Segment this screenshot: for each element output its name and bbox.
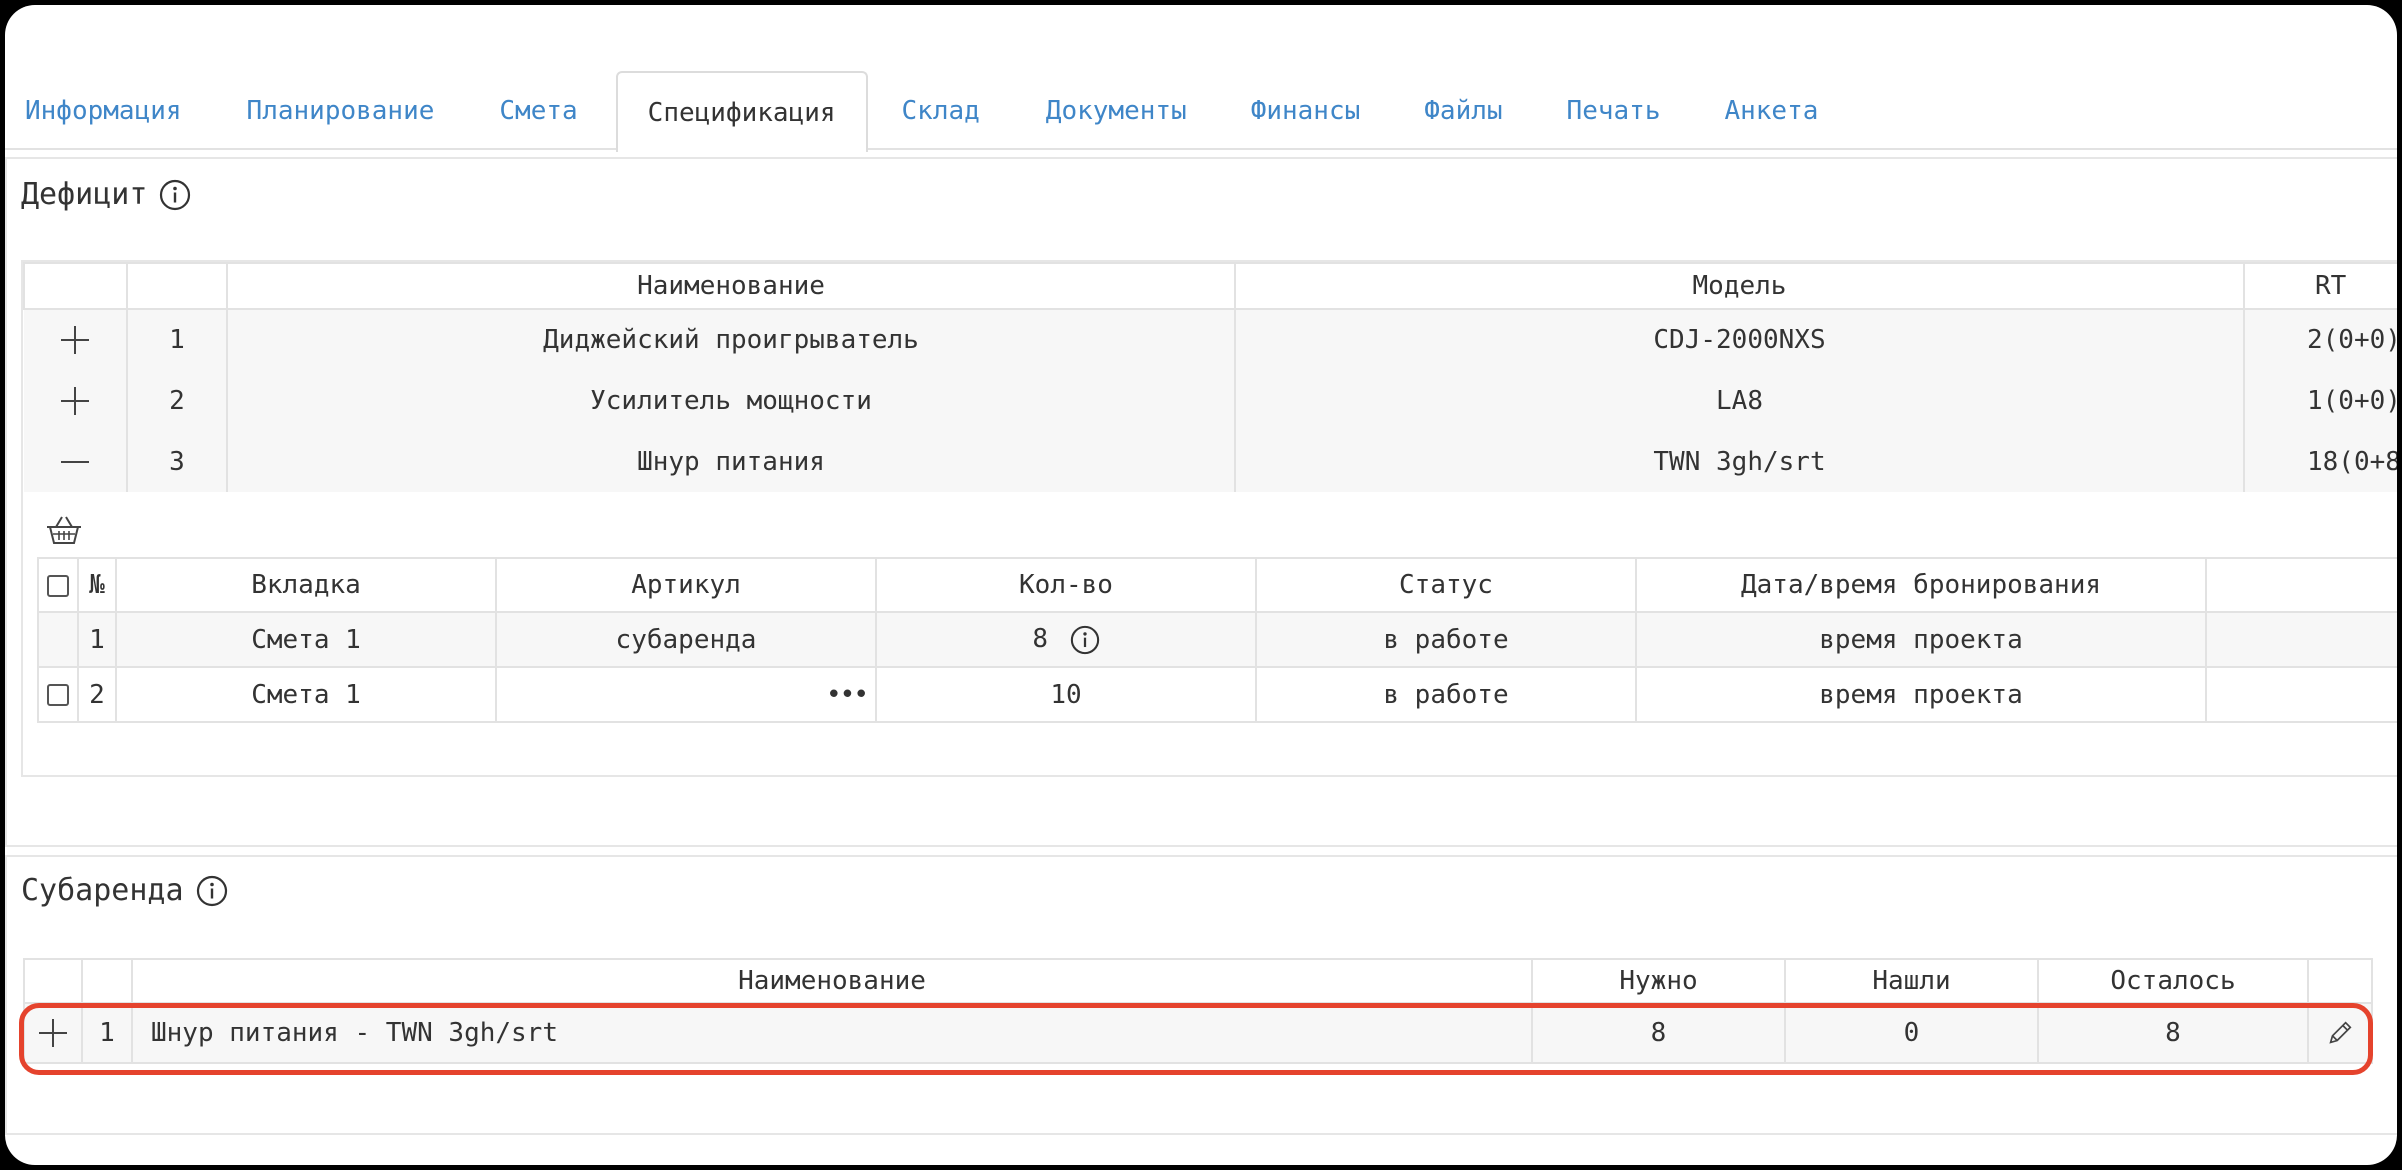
tab-print[interactable]: Печать (1533, 71, 1691, 150)
row-model: CDJ-2000NXS (1234, 309, 2245, 370)
header-num (81, 958, 133, 1004)
tab-finance[interactable]: Финансы (1217, 71, 1391, 150)
header-qty: Кол-во (875, 557, 1257, 613)
deficit-title-text: Дефицит (21, 177, 148, 212)
header-expand (23, 262, 128, 310)
header-extra (2205, 557, 2397, 613)
row-model: LA8 (1234, 370, 2245, 431)
row-status: в работе (1255, 612, 1637, 667)
row-qty-value: 8 (1032, 624, 1048, 655)
row-rt: 1(0+0) (2243, 370, 2397, 431)
header-edit (2307, 958, 2373, 1004)
row-select (37, 612, 79, 667)
header-date: Дата/время бронирования (1635, 557, 2207, 613)
header-found: Нашли (1784, 958, 2039, 1004)
tab-bar: Информация Планирование Смета Спецификац… (5, 71, 2397, 152)
tab-documents[interactable]: Документы (1010, 71, 1217, 150)
row-name: Шнур питания - TWN 3gh/srt (131, 1002, 1533, 1064)
select-all-checkbox[interactable] (47, 574, 69, 597)
edit-button[interactable] (2307, 1002, 2373, 1064)
row-name: Диджейский проигрыватель (226, 309, 1236, 370)
row-status: в работе (1255, 666, 1637, 723)
row-num: 1 (77, 612, 117, 667)
tab-questionnaire[interactable]: Анкета (1690, 71, 1848, 150)
expand-button[interactable] (24, 370, 128, 431)
row-num: 1 (81, 1002, 133, 1064)
table-row: 2 Усилитель мощности LA8 1(0+0) (24, 370, 2397, 431)
header-status: Статус (1255, 557, 1637, 613)
pencil-icon[interactable] (2325, 1018, 2355, 1048)
row-model: TWN 3gh/srt (1234, 431, 2245, 492)
row-article[interactable]: ••• (495, 666, 877, 723)
subrent-table: Наименование Нужно Нашли Осталось 1 Шнур… (23, 958, 2373, 1064)
plus-icon[interactable] (58, 384, 92, 418)
table-row: 1 Диджейский проигрыватель CDJ-2000NXS 2… (24, 309, 2397, 370)
basket-icon[interactable] (44, 513, 84, 547)
subrent-title: Субаренда (21, 873, 228, 908)
minus-icon[interactable] (58, 445, 92, 479)
table-row: 1 Смета 1 субаренда 8 в работе время про… (37, 612, 2397, 667)
header-need: Нужно (1531, 958, 1786, 1004)
expand-button[interactable] (24, 309, 128, 370)
app-window: Информация Планирование Смета Спецификац… (5, 5, 2397, 1165)
row-num: 3 (126, 431, 228, 492)
row-num: 2 (77, 666, 117, 723)
table-row: 2 Смета 1 ••• 10 в работе время проекта (37, 666, 2397, 723)
tab-files[interactable]: Файлы (1390, 71, 1532, 150)
booking-table: № Вкладка Артикул Кол-во Статус Дата/вре… (37, 557, 2397, 723)
expand-button[interactable] (23, 1002, 83, 1064)
header-num: № (77, 557, 117, 613)
row-num: 2 (126, 370, 228, 431)
tab-specification[interactable]: Спецификация (615, 71, 868, 152)
header-model: Модель (1234, 262, 2245, 310)
deficit-table: Наименование Модель RT 1 Диджейский прои… (23, 262, 2397, 492)
row-name: Шнур питания (226, 431, 1236, 492)
info-icon[interactable] (159, 179, 191, 211)
header-left: Осталось (2037, 958, 2309, 1004)
info-icon[interactable] (1070, 625, 1100, 655)
row-extra (2205, 612, 2397, 667)
row-qty: 10 (875, 666, 1257, 723)
tab-planning[interactable]: Планирование (212, 71, 465, 150)
row-qty: 8 (875, 612, 1257, 667)
header-num (126, 262, 228, 310)
deficit-title: Дефицит (21, 177, 191, 212)
row-rt: 2(0+0) (2243, 309, 2397, 370)
table-row: 1 Шнур питания - TWN 3gh/srt 8 0 8 (23, 1002, 2373, 1064)
tab-estimate[interactable]: Смета (464, 71, 607, 150)
row-need: 8 (1531, 1002, 1786, 1064)
row-extra (2205, 666, 2397, 723)
row-rt: 18(0+8 (2243, 431, 2397, 492)
row-num: 1 (126, 309, 228, 370)
header-name: Наименование (131, 958, 1533, 1004)
plus-icon[interactable] (58, 323, 92, 357)
row-name: Усилитель мощности (226, 370, 1236, 431)
row-date: время проекта (1635, 612, 2207, 667)
header-name: Наименование (226, 262, 1236, 310)
info-icon[interactable] (196, 875, 228, 907)
header-article: Артикул (495, 557, 877, 613)
row-left: 8 (2037, 1002, 2309, 1064)
row-tab: Смета 1 (115, 612, 497, 667)
row-found: 0 (1784, 1002, 2039, 1064)
collapse-button[interactable] (24, 431, 128, 492)
row-article: субаренда (495, 612, 877, 667)
header-tab: Вкладка (115, 557, 497, 613)
header-expand (23, 958, 83, 1004)
header-rt: RT (2243, 262, 2397, 310)
subrent-title-text: Субаренда (21, 873, 184, 908)
row-checkbox[interactable] (47, 684, 69, 706)
plus-icon[interactable] (36, 1016, 70, 1050)
row-date: время проекта (1635, 666, 2207, 723)
row-tab: Смета 1 (115, 666, 497, 723)
table-row: 3 Шнур питания TWN 3gh/srt 18(0+8 (24, 431, 2397, 492)
tab-info[interactable]: Информация (7, 71, 212, 150)
header-select-all[interactable] (37, 557, 79, 613)
row-select[interactable] (37, 666, 79, 723)
more-icon[interactable]: ••• (826, 680, 869, 710)
tab-warehouse[interactable]: Склад (868, 71, 1010, 150)
